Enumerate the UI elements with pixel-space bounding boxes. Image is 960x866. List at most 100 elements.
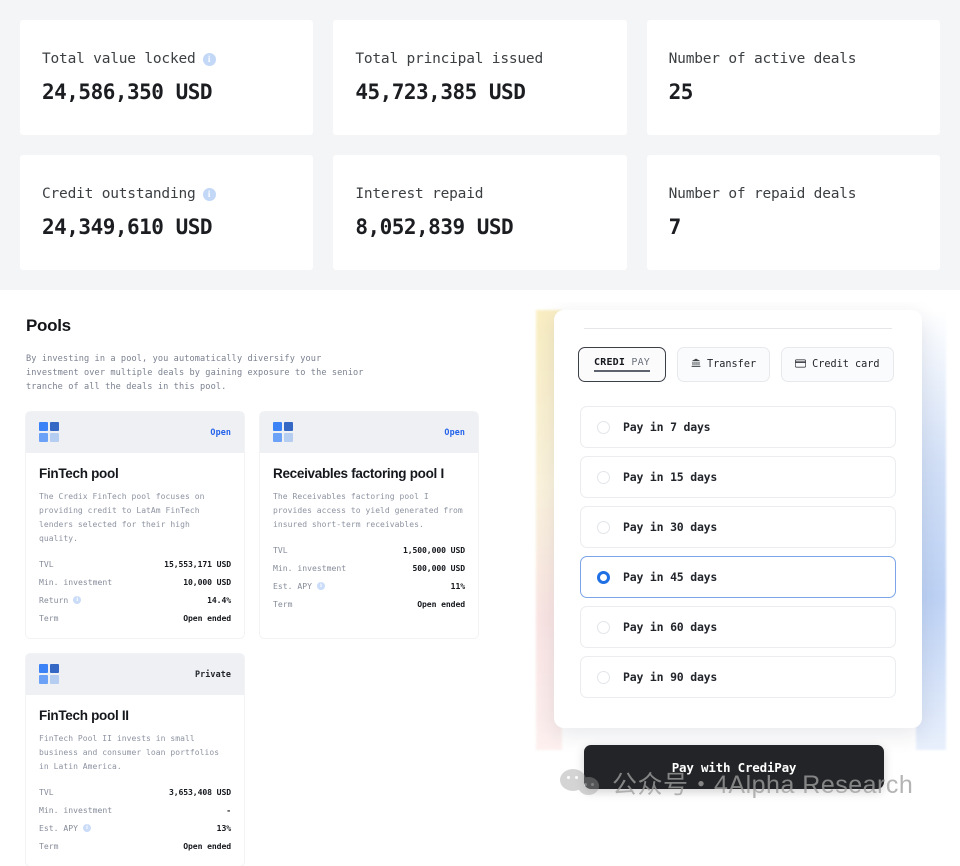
pool-description: FinTech Pool II invests in small busines…: [39, 733, 220, 771]
payment-term-option[interactable]: Pay in 45 days: [580, 556, 896, 598]
payment-term-option[interactable]: Pay in 7 days: [580, 406, 896, 448]
pool-card[interactable]: Open FinTech pool The Credix FinTech pool …: [26, 411, 244, 638]
radio-button[interactable]: [597, 470, 610, 484]
payment-term-option[interactable]: Pay in 60 days: [580, 606, 896, 648]
radio-button[interactable]: [597, 570, 610, 584]
stat-label-text: Number of active deals: [668, 51, 857, 67]
payment-term-label: Pay in 7 days: [623, 420, 711, 434]
payment-method-tabs: CREDI PAY Transfer Credit card: [576, 347, 900, 382]
stat-label-text: Interest repaid: [355, 186, 484, 202]
payment-tab-credit-card[interactable]: Credit card: [781, 347, 894, 382]
stat-value: 24,349,610 USD: [42, 215, 213, 239]
pool-stat-key-text: TVL: [39, 786, 54, 797]
pool-card-body: Receivables factoring pool I The Receivab…: [260, 453, 478, 624]
pool-stat-value: -: [226, 804, 231, 815]
radio-button[interactable]: [597, 670, 610, 684]
radio-button[interactable]: [597, 520, 610, 534]
pool-name: FinTech pool: [39, 465, 119, 481]
pool-stat-value: 14.4%: [207, 594, 231, 605]
stat-card: Number of repaid deals 7: [646, 155, 940, 270]
payment-term-label: Pay in 45 days: [623, 570, 718, 584]
pool-stat-key-text: Est. APY: [273, 580, 312, 591]
stat-card: Total value locked i 24,586,350 USD: [20, 20, 314, 135]
pool-stat-key: Return i: [39, 594, 82, 605]
info-icon[interactable]: i: [202, 52, 216, 66]
stat-label: Credit outstanding i: [42, 186, 291, 202]
payment-tab-credipay[interactable]: CREDI PAY: [578, 347, 667, 382]
payment-term-options: Pay in 7 days Pay in 15 days Pay in 30 day…: [576, 406, 900, 698]
pool-stat-key: Term: [39, 613, 59, 623]
payment-tab-label: Transfer: [707, 359, 757, 370]
pool-grid-icon: [39, 664, 59, 685]
pool-stat-row: Min. investment 500,000 USD: [273, 563, 465, 573]
pool-grid-icon: [39, 422, 59, 443]
stat-label-text: Total value locked: [42, 51, 196, 67]
pool-stat-key-text: Term: [39, 612, 59, 623]
pool-stat-key-text: Min. investment: [39, 576, 113, 587]
stat-label-text: Credit outstanding: [42, 186, 196, 202]
stat-label: Number of active deals: [669, 51, 918, 67]
pools-title: Pools: [26, 316, 71, 335]
stats-grid: Total value locked i 24,586,350 USD Total p…: [20, 20, 940, 270]
pool-stat-key: Term: [39, 841, 59, 851]
payment-term-option[interactable]: Pay in 90 days: [580, 656, 896, 698]
pool-stat-row: Est. APY i 11%: [273, 581, 465, 591]
pool-stat-row: Min. investment 10,000 USD: [39, 577, 231, 587]
pool-status-badge: Private: [195, 669, 231, 680]
info-icon[interactable]: i: [202, 187, 216, 201]
radio-button[interactable]: [597, 420, 610, 434]
stats-panel: Total value locked i 24,586,350 USD Total p…: [0, 0, 960, 290]
pool-stat-value: 500,000 USD: [412, 562, 465, 573]
pool-stat-key-text: Est. APY: [39, 822, 78, 833]
stat-card: Interest repaid 8,052,839 USD: [333, 155, 627, 270]
credipay-brand-bold: CREDI: [594, 357, 626, 369]
pool-card-grid: Open FinTech pool The Credix FinTech pool …: [26, 411, 478, 866]
pool-stat-row: Return i 14.4%: [39, 595, 231, 605]
pool-stat-value: 15,553,171 USD: [164, 558, 231, 569]
pool-stat-value: Open ended: [417, 598, 465, 609]
pool-stat-key: Est. APY i: [273, 581, 325, 591]
pool-stat-value: 13%: [216, 822, 231, 833]
payment-term-label: Pay in 60 days: [623, 620, 718, 634]
stat-label: Total value locked i: [42, 51, 291, 67]
pay-with-credipay-button[interactable]: Pay with CrediPay: [584, 745, 884, 789]
pool-stat-key: TVL: [39, 787, 54, 797]
pool-card-header: Private: [26, 653, 244, 695]
pool-stat-key-text: Return: [39, 594, 69, 605]
payment-term-label: Pay in 15 days: [623, 470, 718, 484]
pool-card[interactable]: Open Receivables factoring pool I The Rece…: [260, 411, 478, 638]
pool-card-header: Open: [26, 411, 244, 453]
pool-stat-row: Term Open ended: [39, 613, 231, 623]
radio-button[interactable]: [597, 620, 610, 634]
info-icon[interactable]: i: [82, 823, 91, 832]
pool-stat-value: Open ended: [183, 840, 231, 851]
stat-label: Interest repaid: [355, 186, 604, 202]
info-icon[interactable]: i: [73, 595, 82, 604]
credit-card-icon: [795, 358, 807, 371]
pay-divider: [584, 328, 892, 329]
pool-stat-value: 11%: [450, 580, 465, 591]
stat-label-text: Total principal issued: [355, 51, 543, 67]
credipay-brand-light: PAY: [631, 357, 651, 369]
pool-stat-key-text: Term: [273, 598, 293, 609]
bank-icon: [691, 358, 701, 371]
pool-card[interactable]: Private FinTech pool II FinTech Pool II in…: [26, 653, 244, 866]
pool-status-badge: Open: [210, 427, 231, 438]
stat-label-text: Number of repaid deals: [668, 186, 857, 202]
payment-term-option[interactable]: Pay in 30 days: [580, 506, 896, 548]
stat-value: 7: [668, 215, 682, 239]
pool-stat-value: Open ended: [183, 612, 231, 623]
stat-label: Total principal issued: [355, 51, 604, 67]
pool-stat-key: Min. investment: [39, 577, 112, 587]
pool-stat-key-text: Term: [39, 840, 59, 851]
stat-value: 8,052,839 USD: [355, 215, 514, 239]
pool-card-body: FinTech pool The Credix FinTech pool focu…: [26, 453, 244, 638]
pool-name: Receivables factoring pool I: [273, 465, 444, 481]
pool-stat-row: Est. APY i 13%: [39, 823, 231, 833]
pool-card-header: Open: [260, 411, 478, 453]
pool-stat-key: Min. investment: [273, 563, 346, 573]
payment-term-option[interactable]: Pay in 15 days: [580, 456, 896, 498]
pool-stat-row: Term Open ended: [39, 841, 231, 851]
payment-tab-transfer[interactable]: Transfer: [677, 347, 771, 382]
info-icon[interactable]: i: [316, 581, 325, 590]
